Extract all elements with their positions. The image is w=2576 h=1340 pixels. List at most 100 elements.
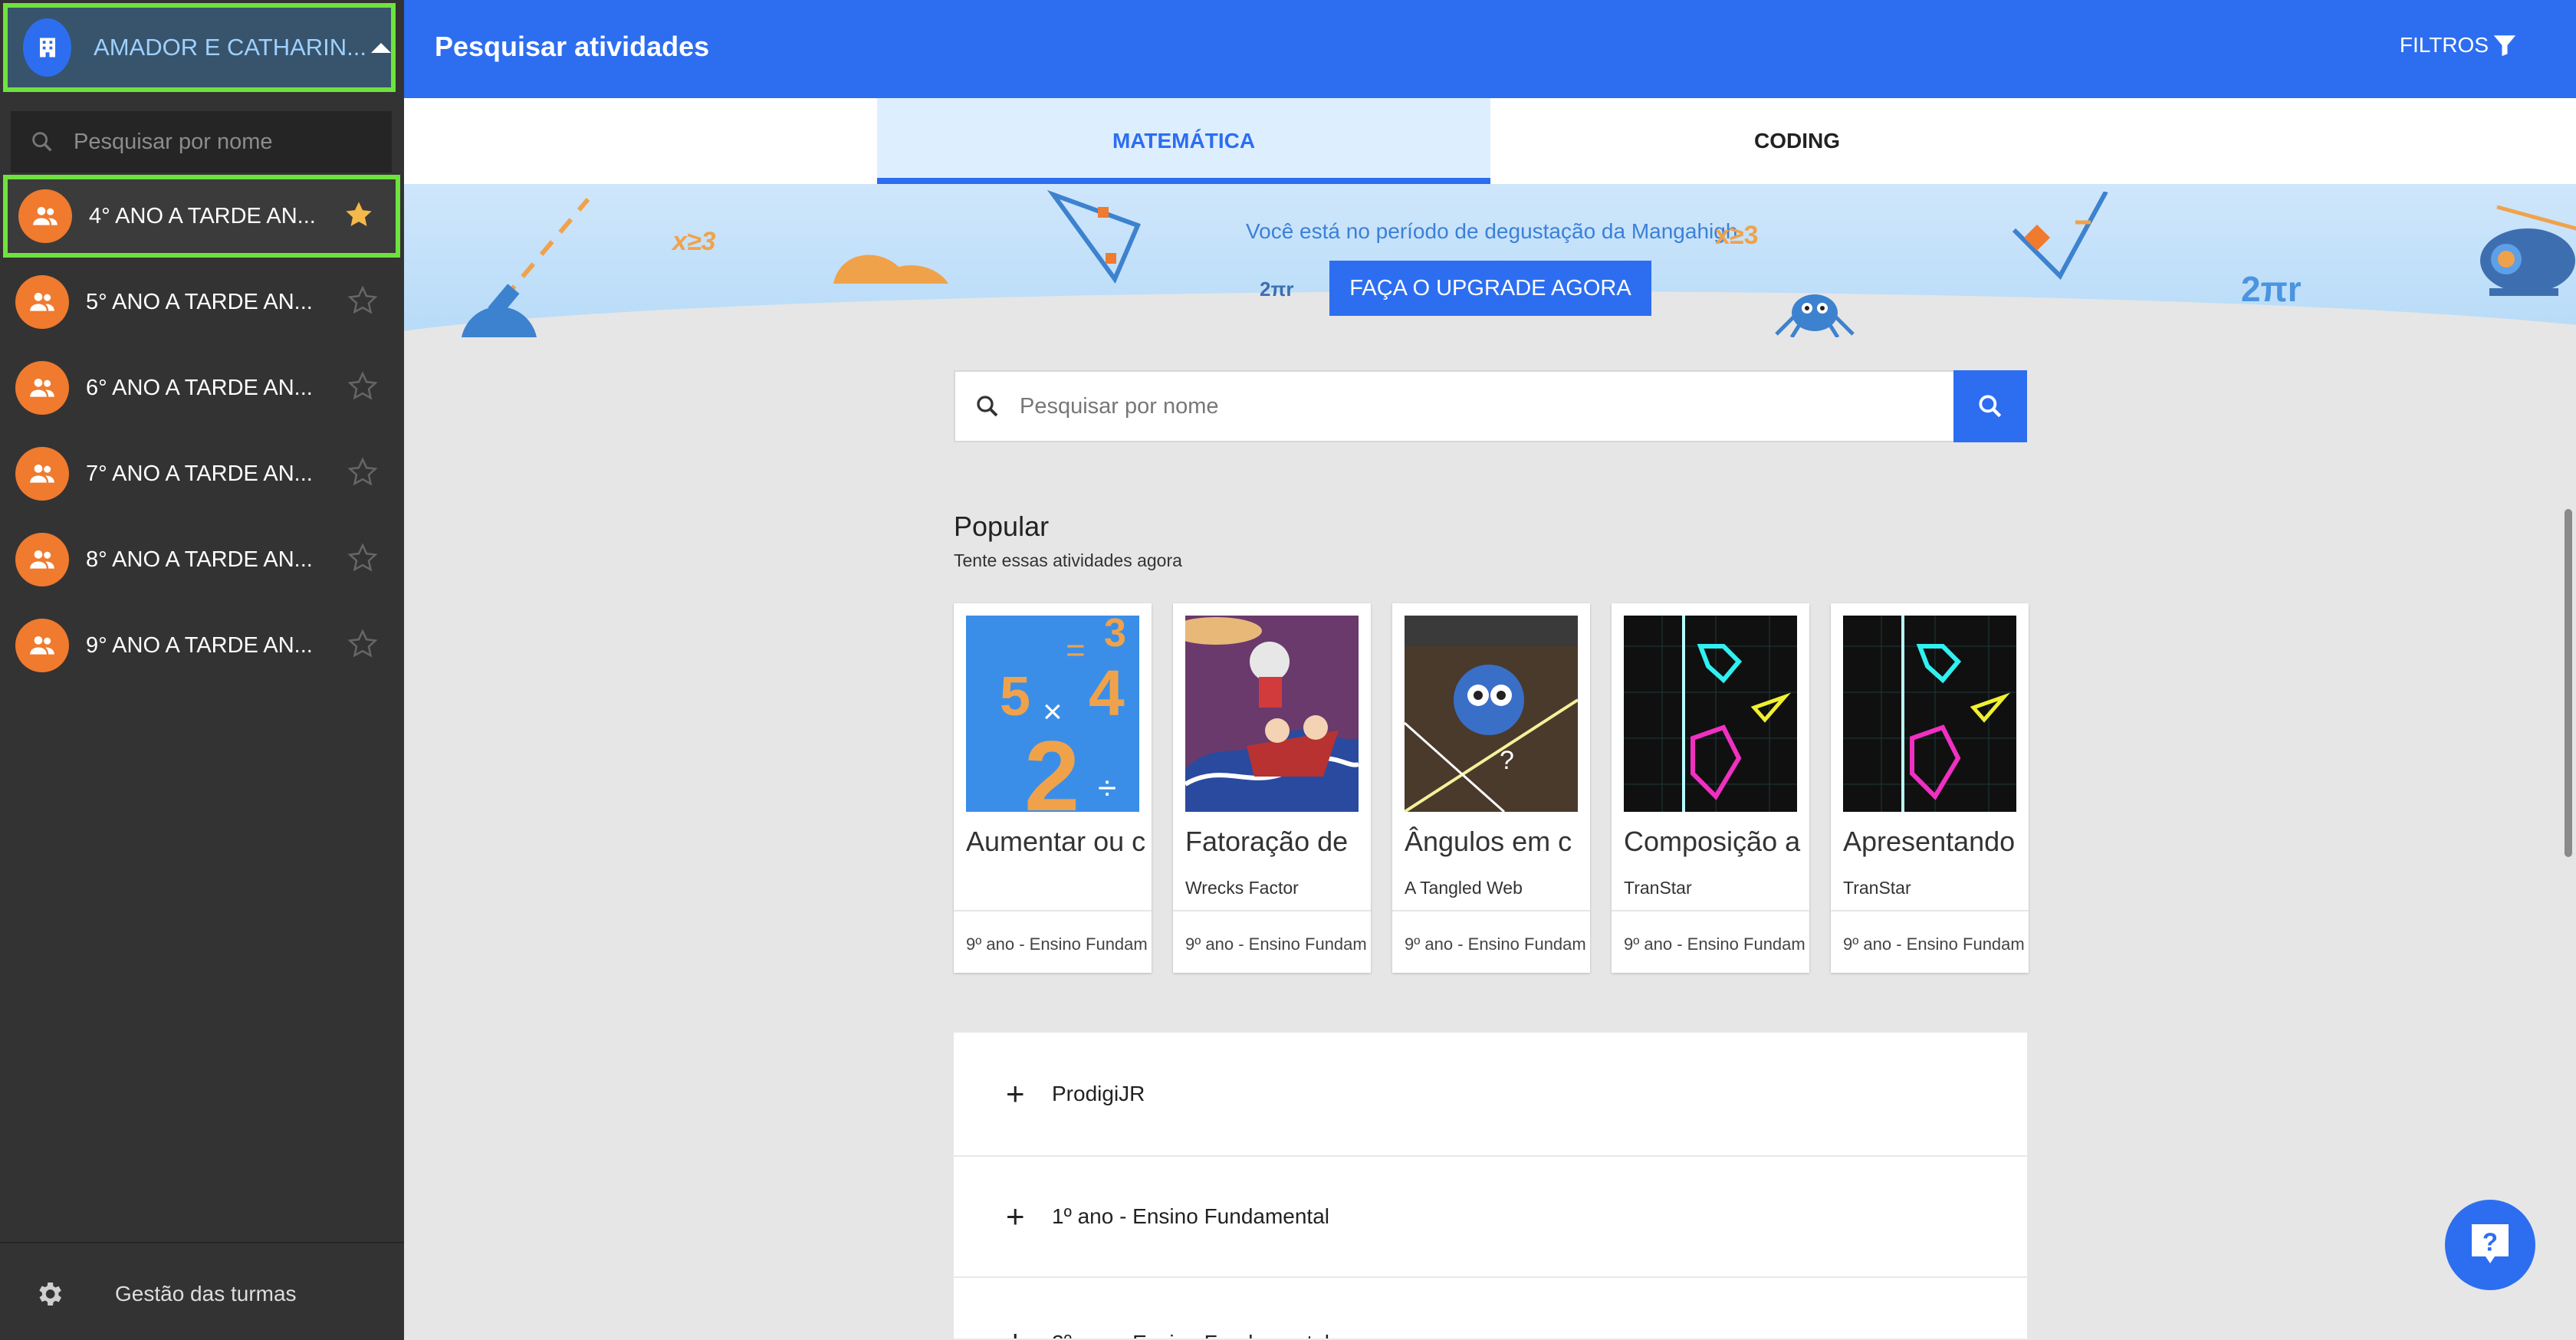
page-scrollbar[interactable]: [2564, 509, 2572, 857]
star-outline-icon[interactable]: [347, 628, 378, 663]
star-outline-icon[interactable]: [347, 456, 378, 491]
tab-label: MATEMÁTICA: [1112, 129, 1256, 153]
accordion-item-1-ano[interactable]: + 1º ano - Ensino Fundamental: [954, 1157, 2027, 1278]
manage-classes-label: Gestão das turmas: [115, 1282, 297, 1306]
activity-grade: 9º ano - Ensino Fundam: [1185, 934, 1367, 954]
tab-label: CODING: [1754, 129, 1840, 153]
svg-text:?: ?: [1500, 746, 1514, 775]
school-selector[interactable]: AMADOR E CATHARIN...: [3, 3, 396, 92]
building-icon: [23, 18, 72, 77]
activity-title: Ângulos em c: [1405, 826, 1572, 857]
sidebar-search: [11, 111, 392, 172]
activity-card[interactable]: ? Ângulos em c A Tangled Web 9º ano - En…: [1392, 603, 1590, 973]
page-title: Pesquisar atividades: [435, 31, 710, 62]
activity-game-name: TranStar: [1843, 878, 1911, 898]
sidebar-divider: [0, 1242, 404, 1243]
search-icon: [32, 132, 52, 152]
svg-text:=: =: [1066, 632, 1086, 669]
activity-card[interactable]: Fatoração de Wrecks Factor 9º ano - Ensi…: [1173, 603, 1371, 973]
class-label: 4° ANO A TARDE AN...: [89, 203, 316, 228]
svg-text:?: ?: [2482, 1228, 2498, 1256]
sidebar-class-item-6[interactable]: 6° ANO A TARDE AN...: [0, 346, 404, 429]
svg-text:÷: ÷: [1098, 770, 1116, 807]
card-divider: [1392, 910, 1590, 911]
activity-thumbnail: 3 = 5 × 4 2 ÷: [966, 616, 1139, 812]
group-icon: [15, 533, 69, 586]
activity-card[interactable]: 3 = 5 × 4 2 ÷ Aumentar ou c 9º ano - Ens…: [954, 603, 1152, 973]
filters-label: FILTROS: [2399, 33, 2489, 57]
svg-text:3: 3: [1104, 616, 1126, 655]
angle-illustration: [2012, 192, 2108, 280]
subject-tabs: MATEMÁTICA CODING: [404, 98, 2576, 184]
school-name: AMADOR E CATHARIN...: [94, 34, 366, 61]
deco-circumference: 2πr: [2241, 269, 2302, 309]
card-divider: [1173, 910, 1371, 911]
activity-title: Apresentando: [1843, 826, 2016, 857]
activity-grade: 9º ano - Ensino Fundam: [1843, 934, 2025, 954]
help-chat-icon: ?: [2472, 1224, 2509, 1263]
group-icon: [15, 447, 69, 501]
activity-game-name: Wrecks Factor: [1185, 878, 1299, 898]
svg-text:5: 5: [1000, 666, 1030, 727]
card-divider: [1612, 910, 1809, 911]
activity-title: Aumentar ou c: [966, 826, 1146, 857]
class-label: 5° ANO A TARDE AN...: [86, 289, 313, 314]
class-label: 6° ANO A TARDE AN...: [86, 375, 313, 400]
group-icon: [15, 275, 69, 329]
group-icon: [15, 361, 69, 415]
star-outline-icon[interactable]: [347, 284, 378, 320]
activity-grade: 9º ano - Ensino Fundam: [966, 934, 1148, 954]
manage-classes-button[interactable]: Gestão das turmas: [0, 1257, 404, 1331]
svg-text:2: 2: [1024, 720, 1079, 812]
activity-thumbnail: [1624, 616, 1797, 812]
filters-button[interactable]: FILTROS: [2400, 32, 2518, 58]
svg-text:4: 4: [1089, 657, 1125, 729]
group-icon: [18, 189, 72, 243]
class-label: 9° ANO A TARDE AN...: [86, 632, 313, 658]
card-divider: [954, 910, 1152, 911]
search-icon: [977, 396, 998, 417]
deco-inequality: x≥3: [1715, 221, 1759, 250]
hills-illustration: [833, 255, 948, 284]
activity-title: Fatoração de: [1185, 826, 1349, 857]
activity-grade: 9º ano - Ensino Fundam: [1405, 934, 1586, 954]
popular-title: Popular: [954, 511, 1050, 542]
robot-spider-icon: [1775, 294, 1855, 337]
deco-circumference: 2πr: [1260, 278, 1294, 301]
sidebar-class-item-9[interactable]: 9° ANO A TARDE AN...: [0, 604, 404, 687]
gear-icon: [39, 1283, 61, 1306]
activity-search: [954, 370, 2027, 442]
tab-coding[interactable]: CODING: [1490, 98, 2104, 184]
star-outline-icon[interactable]: [347, 542, 378, 577]
sidebar-class-item-5[interactable]: 5° ANO A TARDE AN...: [0, 261, 404, 343]
star-filled-icon[interactable]: [343, 199, 374, 234]
card-divider: [1831, 910, 2029, 911]
trial-text: Você está no período de degustação da Ma…: [1246, 219, 1738, 243]
sidebar-class-item-8[interactable]: 8° ANO A TARDE AN...: [0, 518, 404, 601]
accordion-item-2-ano[interactable]: + 2º ano - Ensino Fundamental: [954, 1278, 2027, 1340]
group-icon: [15, 619, 69, 672]
helicopter-illustration: [2480, 205, 2576, 296]
class-label: 8° ANO A TARDE AN...: [86, 547, 313, 572]
activity-card[interactable]: Apresentando TranStar 9º ano - Ensino Fu…: [1831, 603, 2029, 973]
help-button[interactable]: ?: [2445, 1200, 2535, 1290]
accordion-label: 1º ano - Ensino Fundamental: [1052, 1204, 1330, 1228]
sidebar-search-input[interactable]: [72, 128, 366, 156]
upgrade-button[interactable]: FAÇA O UPGRADE AGORA: [1329, 261, 1651, 316]
activity-thumbnail: ?: [1405, 616, 1578, 812]
sidebar-class-item-4[interactable]: 4° ANO A TARDE AN...: [3, 175, 400, 258]
activity-card[interactable]: Composição a TranStar 9º ano - Ensino Fu…: [1612, 603, 1809, 973]
search-input[interactable]: [1018, 392, 1865, 420]
star-outline-icon[interactable]: [347, 370, 378, 406]
tab-matematica[interactable]: MATEMÁTICA: [877, 98, 1490, 184]
search-icon: [1979, 395, 2002, 418]
accordion-label: ProdigiJR: [1052, 1082, 1145, 1105]
activity-thumbnail: [1843, 616, 2016, 812]
cannon-illustration: [462, 198, 590, 337]
class-label: 7° ANO A TARDE AN...: [86, 461, 313, 486]
trial-banner: x≥3 Você está no período de degustação d…: [404, 184, 2576, 337]
accordion-item-prodigijr[interactable]: + ProdigiJR: [954, 1033, 2027, 1157]
plus-icon: +: [1006, 1323, 1037, 1338]
search-button[interactable]: [1953, 370, 2027, 442]
sidebar-class-item-7[interactable]: 7° ANO A TARDE AN...: [0, 432, 404, 515]
